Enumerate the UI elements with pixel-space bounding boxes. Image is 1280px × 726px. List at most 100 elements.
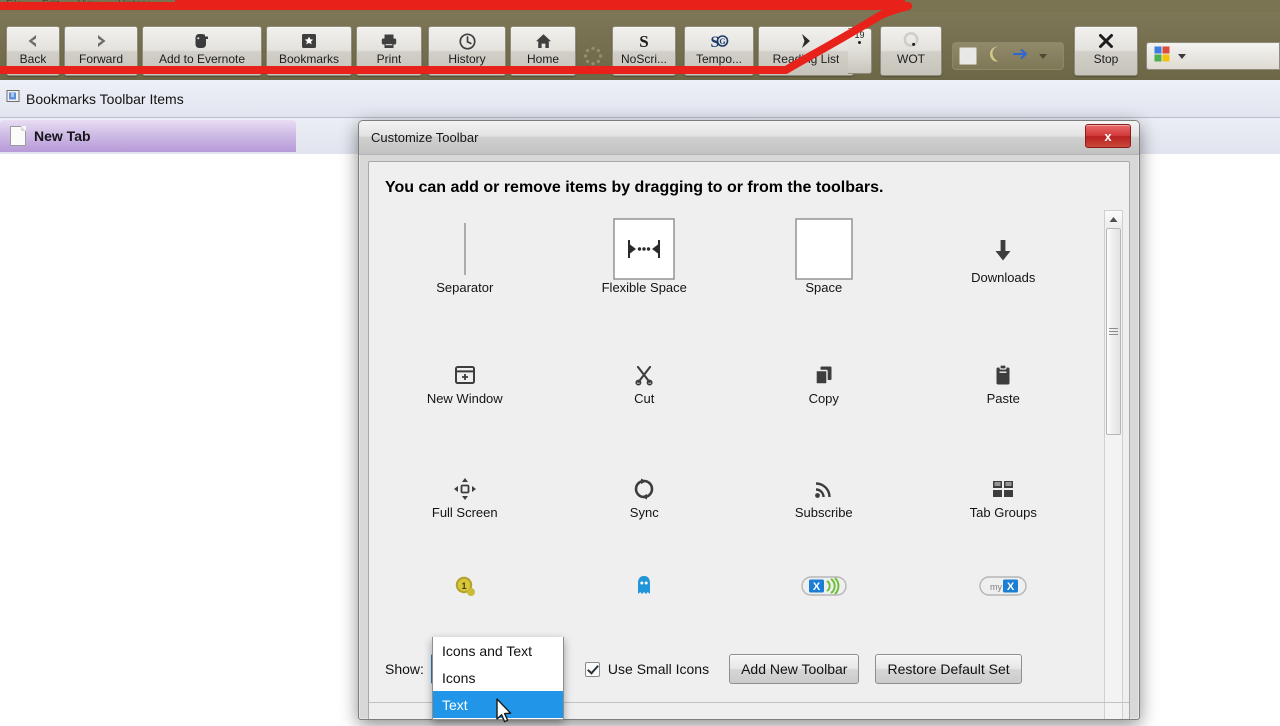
palette-item-full-screen[interactable]: Full Screen [375,439,555,553]
palette-label: Space [805,280,843,295]
copy-pages-icon [813,361,835,389]
show-label: Show: [385,661,424,677]
dialog-title-bar[interactable]: Customize Toolbar x [359,121,1139,155]
stop-button[interactable]: Stop [1074,26,1138,76]
flexible-space-icon [613,218,675,280]
bookmarks-button[interactable]: Bookmarks [266,26,352,76]
browser-menu-bar[interactable]: File Edit View History Bookmarks Tools H… [0,0,1280,12]
item-palette[interactable]: Separator Flexible Space Space Downloads… [375,210,1093,610]
palette-label: Paste [986,391,1020,406]
noscript-s-icon: S [634,30,654,52]
back-button[interactable]: Back [6,26,60,76]
palette-item-new-window[interactable]: New Window [375,325,555,439]
use-small-icons-checkbox[interactable]: Use Small Icons [584,661,710,677]
download-arrow-icon [991,234,1015,268]
reading-list-button[interactable]: Reading List [758,26,854,76]
menu-item-history[interactable]: History [118,0,149,10]
palette-label: Full Screen [431,505,498,520]
print-label: Print [376,53,402,66]
forward-label: Forward [78,53,123,66]
menu-item-bookmarks[interactable]: Bookmarks [178,0,228,10]
bookmarks-toolbar-items-label: Bookmarks Toolbar Items [26,90,184,107]
clipboard-icon [993,361,1013,389]
restore-default-set-button[interactable]: Restore Default Set [875,654,1022,684]
google-colors-icon [1153,45,1171,68]
dropdown-option-icons[interactable]: Icons [433,664,563,691]
dropdown-option-icons-and-text[interactable]: Icons and Text [433,637,563,664]
wot-ring-icon [901,30,921,52]
close-icon[interactable]: x [1085,124,1131,148]
search-chevron-down-icon[interactable] [1178,53,1186,59]
palette-scrollbar[interactable] [1104,210,1123,719]
stop-label: Stop [1093,53,1119,66]
add-new-toolbar-button[interactable]: Add New Toolbar [729,654,860,684]
palette-item-copy[interactable]: Copy [734,325,914,439]
scrollbar-thumb[interactable] [1106,228,1121,435]
tempo-label: Tempo... [695,53,743,66]
evernote-elephant-icon [193,30,211,52]
go-arrow-icon[interactable] [1013,47,1029,66]
palette-item-downloads[interactable]: Downloads [914,210,1094,325]
history-label: History [448,53,486,66]
wot-button[interactable]: WOT [880,26,942,76]
printer-icon [380,30,398,52]
bookmarks-toolbar[interactable]: Bookmarks Toolbar Items [0,80,1280,118]
forward-button[interactable]: Forward [64,26,138,76]
menu-item-edit[interactable]: Edit [42,0,59,10]
tab-label: New Tab [34,128,91,144]
customize-toolbar-dialog: Customize Toolbar x You can add or remov… [358,120,1140,720]
palette-row: Separator Flexible Space Space Downloads [375,210,1093,325]
tab-new-tab[interactable]: New Tab [0,120,296,152]
menu-item-file[interactable]: File [6,0,22,10]
stop-x-icon [1096,30,1116,52]
palette-item-my-xmarks[interactable]: my X [914,553,1094,610]
print-button[interactable]: Print [356,26,422,76]
palette-item-blue-ghost[interactable] [555,553,735,610]
dialog-instruction-text: You can add or remove items by dragging … [385,179,884,196]
checkbox-checked-icon[interactable] [584,661,600,677]
add-to-evernote-button[interactable]: Add to Evernote [142,26,262,76]
add-to-evernote-label: Add to Evernote [158,53,246,66]
menu-item-tools[interactable]: Tools [258,0,281,10]
menu-item-view[interactable]: View [78,0,100,10]
history-button[interactable]: History [428,26,506,76]
palette-item-tab-groups[interactable]: Tab Groups [914,439,1094,553]
palette-item-gold-coin[interactable]: 1 [375,553,555,610]
bookmarks-label: Bookmarks [278,53,340,66]
home-label: Home [526,53,559,66]
badge-dot-icon [858,41,861,44]
palette-item-subscribe[interactable]: Subscribe [734,439,914,553]
moon-icon[interactable] [987,45,1003,68]
palette-item-space[interactable]: Space [734,210,914,325]
tempo-sg-icon: S G [708,30,730,52]
noscript-button[interactable]: S NoScri... [612,26,676,76]
palette-label: Cut [634,391,655,406]
menu-item-help[interactable]: Help [306,0,327,10]
palette-item-sync[interactable]: Sync [555,439,735,553]
page-icon [10,126,26,146]
home-icon [534,30,553,52]
scroll-up-arrow-icon[interactable] [1105,211,1122,228]
sync-refresh-icon [633,475,655,503]
svg-text:X: X [813,581,821,593]
reading-list-badge[interactable]: 19 [848,28,872,74]
palette-row: New Window Cut Copy Paste [375,325,1093,439]
forward-arrow-icon [91,30,111,52]
palette-item-separator[interactable]: Separator [375,210,555,325]
palette-label: Subscribe [794,505,853,520]
palette-item-flexible-space[interactable]: Flexible Space [555,210,735,325]
palette-item-xmarks-sync[interactable]: X [734,553,914,610]
palette-item-cut[interactable]: Cut [555,325,735,439]
palette-label: Copy [808,391,839,406]
status-icon-group[interactable] [952,42,1064,70]
palette-label: Tab Groups [969,505,1037,520]
use-small-icons-label: Use Small Icons [607,661,710,677]
palette-item-paste[interactable]: Paste [914,325,1094,439]
search-bar[interactable] [1146,42,1280,70]
page-proxy-icon [959,47,977,65]
svg-text:S: S [639,32,648,51]
chevron-down-icon[interactable] [1039,53,1047,59]
space-box-icon [795,218,853,280]
home-button[interactable]: Home [510,26,576,76]
tempo-button[interactable]: S G Tempo... [684,26,754,76]
